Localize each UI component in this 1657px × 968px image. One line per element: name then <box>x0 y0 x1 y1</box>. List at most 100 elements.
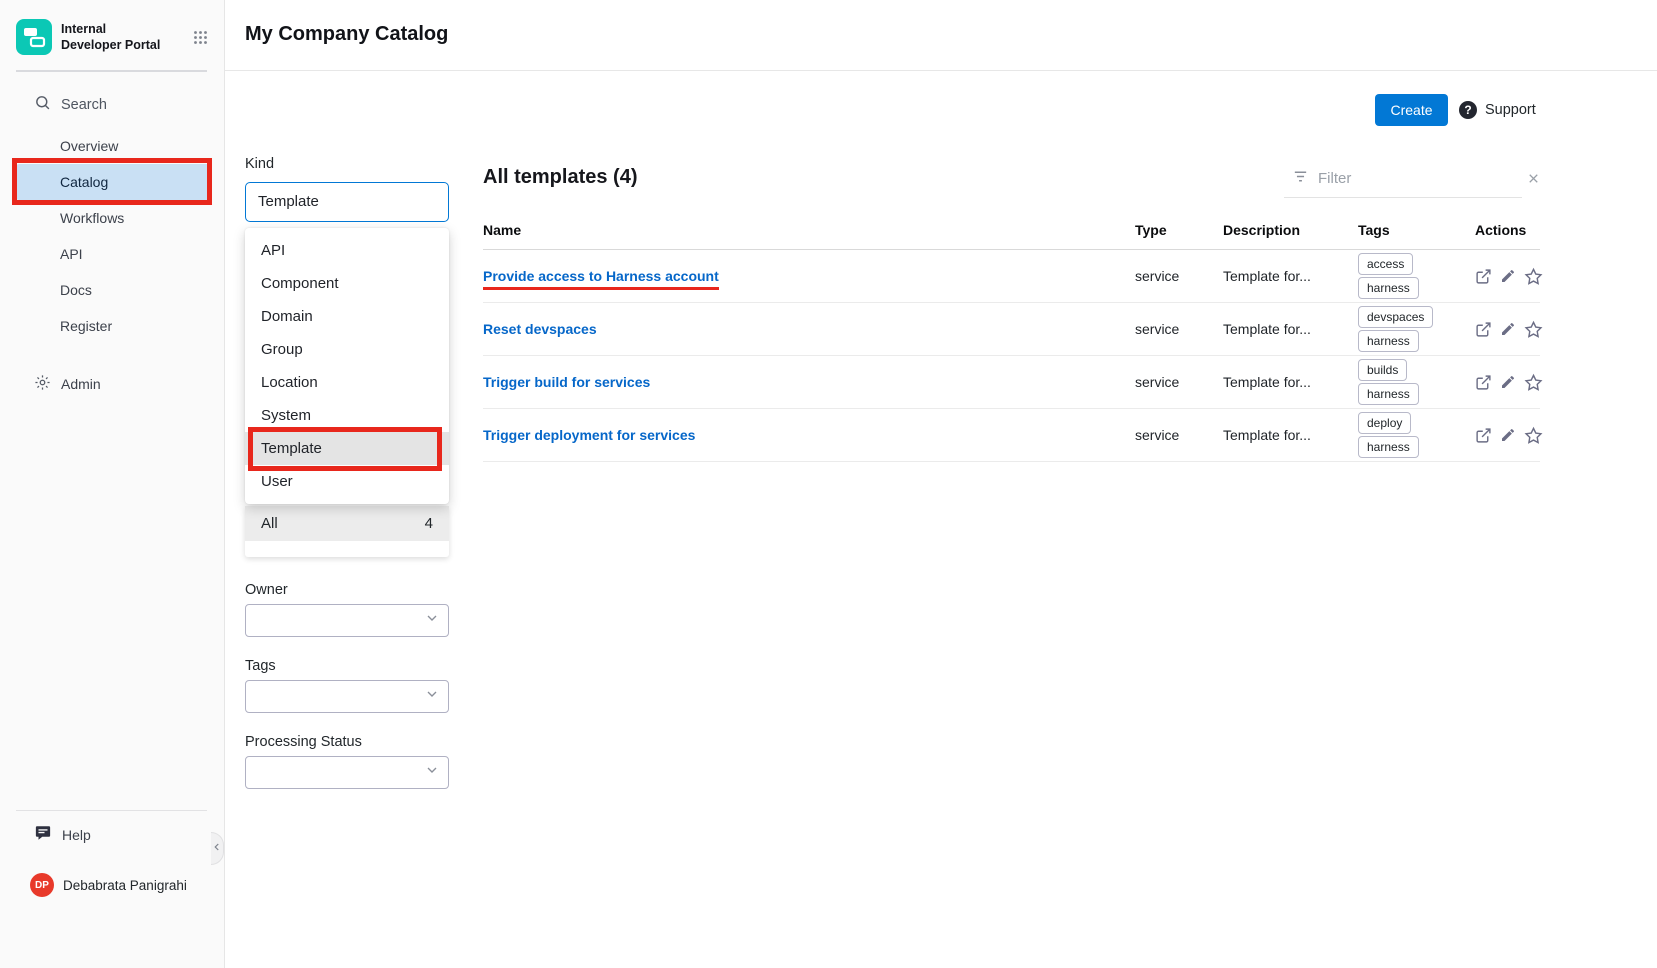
kind-select[interactable]: Template <box>245 182 449 222</box>
admin-label: Admin <box>61 376 101 392</box>
kind-option-group[interactable]: Group <box>245 333 449 366</box>
chat-help-icon <box>34 824 52 845</box>
kind-option-domain[interactable]: Domain <box>245 300 449 333</box>
sidebar-search[interactable]: Search <box>34 94 107 115</box>
column-header-name[interactable]: Name <box>483 222 1135 238</box>
open-in-new-icon[interactable] <box>1475 268 1492 285</box>
open-in-new-icon[interactable] <box>1475 427 1492 444</box>
user-name: Debabrata Panigrahi <box>63 878 187 893</box>
template-actions <box>1475 267 1540 286</box>
support-button[interactable]: ? Support <box>1459 101 1536 119</box>
kind-option-system[interactable]: System <box>245 399 449 432</box>
sidebar-item-overview[interactable]: Overview <box>16 128 210 164</box>
table-header: Name Type Description Tags Actions <box>483 210 1540 250</box>
template-description: Template for... <box>1223 427 1358 443</box>
table-row: Trigger deployment for servicesserviceTe… <box>483 409 1540 462</box>
owner-select[interactable] <box>245 604 449 637</box>
table-filter-box <box>1284 160 1522 198</box>
question-mark-icon: ? <box>1459 101 1477 119</box>
column-header-description[interactable]: Description <box>1223 222 1358 238</box>
tag-pill[interactable]: harness <box>1358 383 1419 405</box>
column-header-tags[interactable]: Tags <box>1358 222 1475 238</box>
sidebar-divider <box>16 70 207 72</box>
kind-filter-label: Kind <box>245 156 274 172</box>
search-icon <box>34 94 51 115</box>
user-profile[interactable]: DP Debabrata Panigrahi <box>30 873 187 897</box>
tags-select[interactable] <box>245 680 449 713</box>
open-in-new-icon[interactable] <box>1475 321 1492 338</box>
sidebar-item-admin[interactable]: Admin <box>34 374 101 394</box>
clear-filter-icon[interactable] <box>1526 171 1541 186</box>
sidebar-item-register[interactable]: Register <box>16 308 210 344</box>
kind-option-template[interactable]: Template <box>245 432 449 465</box>
edit-icon[interactable] <box>1500 374 1516 390</box>
help-button[interactable]: Help <box>34 824 91 845</box>
app-window: Internal Developer Portal Search Overvie… <box>0 0 1657 968</box>
gear-icon <box>34 374 51 394</box>
favorite-star-icon[interactable] <box>1524 267 1543 286</box>
edit-icon[interactable] <box>1500 427 1516 443</box>
kind-option-api[interactable]: API <box>245 234 449 267</box>
filter-funnel-icon <box>1292 168 1309 190</box>
column-header-type[interactable]: Type <box>1135 222 1223 238</box>
sidebar-item-catalog[interactable]: Catalog <box>16 164 210 200</box>
help-label: Help <box>62 827 91 843</box>
catalog-table: Name Type Description Tags Actions Provi… <box>483 210 1540 462</box>
support-label: Support <box>1485 102 1536 118</box>
column-header-actions: Actions <box>1475 222 1540 238</box>
sidebar-item-workflows[interactable]: Workflows <box>16 200 210 236</box>
tag-pill[interactable]: access <box>1358 253 1413 275</box>
sidebar-item-label: Overview <box>60 138 118 154</box>
sidebar-item-label: Register <box>60 318 112 334</box>
template-actions <box>1475 320 1540 339</box>
edit-icon[interactable] <box>1500 321 1516 337</box>
chevron-down-icon <box>424 610 440 631</box>
apps-grid-icon[interactable] <box>193 30 208 45</box>
template-name-link[interactable]: Trigger deployment for services <box>483 427 695 443</box>
favorite-star-icon[interactable] <box>1524 373 1543 392</box>
template-name-link[interactable]: Provide access to Harness account <box>483 268 719 290</box>
catalog-table-body: Provide access to Harness accountservice… <box>483 250 1540 462</box>
facet-all-row[interactable]: All 4 <box>245 506 449 541</box>
tag-pill[interactable]: harness <box>1358 330 1419 352</box>
open-in-new-icon[interactable] <box>1475 374 1492 391</box>
template-tags: buildsharness <box>1358 359 1475 405</box>
template-name-link[interactable]: Trigger build for services <box>483 374 650 390</box>
kind-selected-value: Template <box>258 193 319 210</box>
favorite-star-icon[interactable] <box>1524 320 1543 339</box>
kind-facet-card: All 4 <box>245 506 449 557</box>
template-name-link[interactable]: Reset devspaces <box>483 321 597 337</box>
template-description: Template for... <box>1223 374 1358 390</box>
app-title: Internal Developer Portal <box>61 21 169 54</box>
sidebar-item-docs[interactable]: Docs <box>16 272 210 308</box>
template-tags: accessharness <box>1358 253 1475 299</box>
sidebar-search-label: Search <box>61 97 107 113</box>
edit-icon[interactable] <box>1500 268 1516 284</box>
facet-all-label: All <box>261 515 278 532</box>
tags-filter-label: Tags <box>245 658 276 674</box>
sidebar-divider <box>16 810 207 811</box>
kind-dropdown-menu: APIComponentDomainGroupLocationSystemTem… <box>245 228 449 504</box>
sidebar-item-label: API <box>60 246 83 262</box>
tag-pill[interactable]: deploy <box>1358 412 1411 434</box>
table-row: Reset devspacesserviceTemplate for...dev… <box>483 303 1540 356</box>
kind-option-component[interactable]: Component <box>245 267 449 300</box>
tag-pill[interactable]: devspaces <box>1358 306 1433 328</box>
table-row: Trigger build for servicesserviceTemplat… <box>483 356 1540 409</box>
sidebar: Internal Developer Portal Search Overvie… <box>0 0 225 968</box>
table-filter-input[interactable] <box>1318 170 1517 187</box>
tag-pill[interactable]: harness <box>1358 436 1419 458</box>
tag-pill[interactable]: harness <box>1358 277 1419 299</box>
facet-all-count: 4 <box>425 515 433 532</box>
chevron-down-icon <box>424 762 440 783</box>
owner-filter-label: Owner <box>245 582 288 598</box>
template-actions <box>1475 426 1540 445</box>
sidebar-item-api[interactable]: API <box>16 236 210 272</box>
create-button[interactable]: Create <box>1375 94 1448 126</box>
tag-pill[interactable]: builds <box>1358 359 1407 381</box>
kind-option-location[interactable]: Location <box>245 366 449 399</box>
kind-option-user[interactable]: User <box>245 465 449 498</box>
sidebar-item-label: Docs <box>60 282 92 298</box>
processing-status-select[interactable] <box>245 756 449 789</box>
favorite-star-icon[interactable] <box>1524 426 1543 445</box>
